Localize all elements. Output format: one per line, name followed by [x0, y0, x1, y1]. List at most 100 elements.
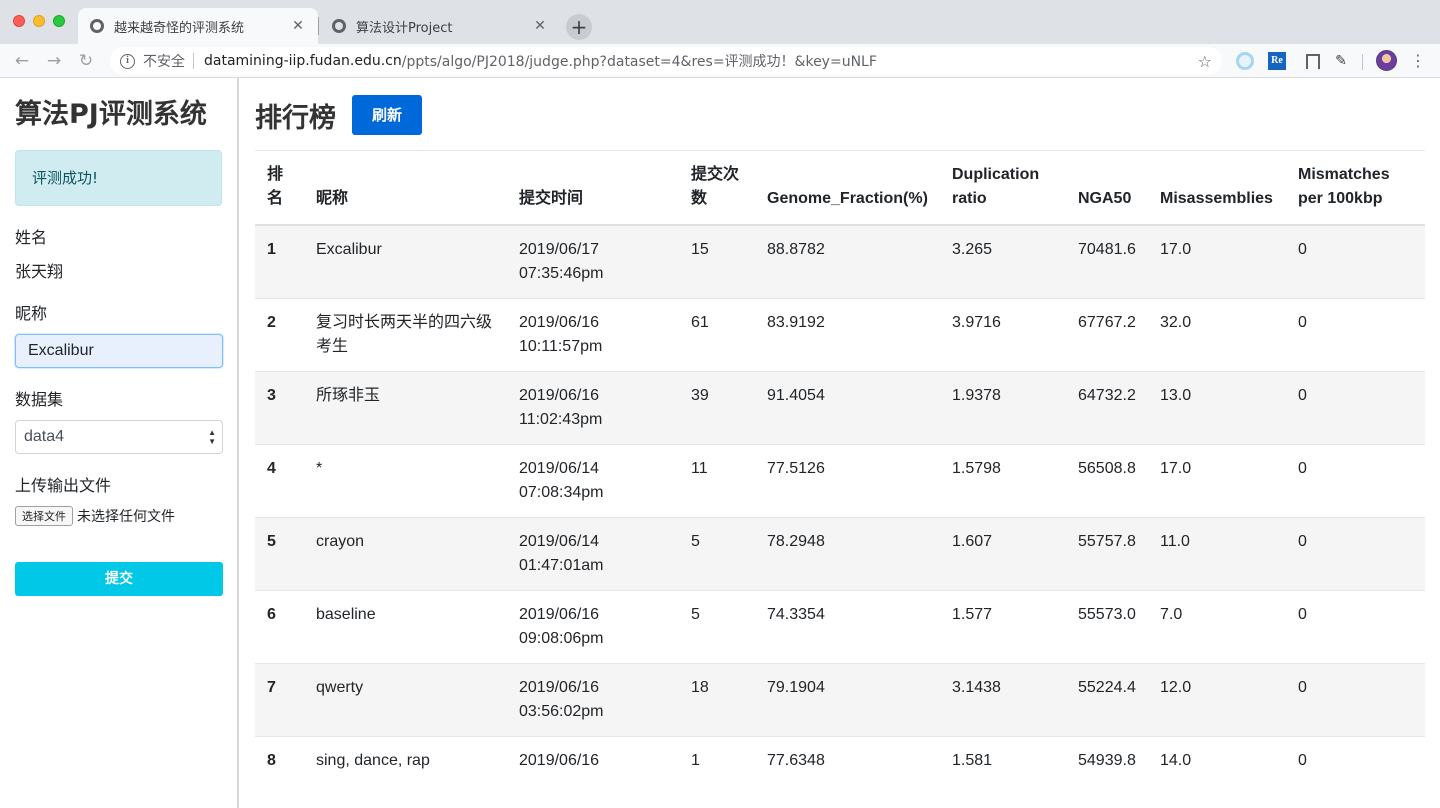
name-label: 姓名	[15, 228, 48, 247]
submit-button[interactable]: 提交	[15, 562, 223, 596]
column-header-genome-fraction: Genome_Fraction(%)	[767, 190, 928, 207]
info-icon[interactable]: i	[120, 53, 135, 69]
column-header-mismatches: Mismatches per 100kbp	[1298, 166, 1390, 207]
extension-circle-icon[interactable]	[1236, 52, 1254, 70]
browser-toolbar: ← → ↻ i 不安全 datamining-iip.fudan.edu.cn /…	[0, 44, 1440, 78]
url-divider	[193, 53, 194, 69]
cell-nga50: 55224.4	[1066, 663, 1148, 737]
cell-submit-time: 2019/06/16 09:08:06pm	[507, 590, 679, 664]
reload-icon[interactable]: ↻	[74, 49, 98, 73]
security-label: 不安全	[143, 54, 185, 70]
kebab-menu-icon[interactable]: ⋮	[1410, 51, 1426, 71]
cell-rank: 4	[255, 444, 304, 518]
table-row: 6 baseline 2019/06/16 09:08:06pm 5 74.3354 1.…	[255, 590, 1425, 664]
cell-nga50: 56508.8	[1066, 444, 1148, 518]
cell-rank: 2	[255, 298, 304, 372]
cell-submit-count: 1	[679, 736, 755, 808]
extension-ink-icon[interactable]: ✎	[1332, 52, 1350, 70]
leaderboard-panel: 排行榜 刷新 排名 昵称 提交时间 提交次数 Genome_Fraction(%…	[255, 78, 1425, 808]
column-header-misassemblies: Misassemblies	[1160, 190, 1273, 207]
cell-submit-count: 5	[679, 590, 755, 664]
app-title: 算法PJ评测系统	[15, 99, 207, 130]
cell-rank: 8	[255, 736, 304, 808]
column-header-nickname: 昵称	[316, 190, 349, 207]
column-header-submit-count: 提交次数	[691, 166, 740, 207]
dataset-select[interactable]: data4 ▲ ▼	[15, 420, 223, 454]
cell-duplication-ratio: 3.1438	[940, 663, 1066, 737]
dataset-label: 数据集	[15, 390, 64, 409]
cell-nickname: crayon	[304, 517, 507, 591]
new-tab-button[interactable]: +	[566, 14, 592, 40]
tab-judge-system[interactable]: 越来越奇怪的评测系统 ✕	[78, 8, 318, 44]
file-picker: 选择文件 未选择任何文件	[15, 506, 222, 526]
cell-rank: 5	[255, 517, 304, 591]
bookmark-star-icon[interactable]: ☆	[1198, 52, 1212, 71]
nickname-input[interactable]	[15, 334, 223, 368]
globe-icon	[332, 19, 346, 33]
column-header-duplication-ratio: Duplication ratio	[952, 166, 1040, 207]
cell-submit-time: 2019/06/16 10:11:57pm	[507, 298, 679, 372]
column-header-nga50: NGA50	[1078, 190, 1132, 207]
refresh-button[interactable]: 刷新	[352, 95, 422, 135]
address-bar[interactable]: i 不安全 datamining-iip.fudan.edu.cn/ppts/a…	[110, 47, 1222, 75]
cell-nickname: Excalibur	[304, 225, 507, 299]
minimize-window-button[interactable]	[33, 15, 45, 27]
cell-mismatches: 0	[1286, 736, 1425, 808]
close-tab-icon[interactable]: ✕	[532, 18, 548, 34]
cell-submit-count: 11	[679, 444, 755, 518]
cell-submit-count: 5	[679, 517, 755, 591]
cell-genome-fraction: 77.5126	[755, 444, 940, 518]
cell-nga50: 54939.8	[1066, 736, 1148, 808]
upload-label: 上传输出文件	[15, 476, 112, 495]
cell-rank: 1	[255, 225, 304, 299]
table-row: 3 所琢非玉 2019/06/16 11:02:43pm 39 91.4054 1.937…	[255, 371, 1425, 445]
forward-arrow-icon[interactable]: →	[42, 49, 66, 73]
tab-title: 算法设计Project	[356, 20, 453, 36]
cell-submit-count: 61	[679, 298, 755, 372]
globe-icon	[90, 19, 104, 33]
tab-algo-project[interactable]: 算法设计Project ✕	[318, 8, 560, 44]
cell-mismatches: 0	[1286, 371, 1425, 445]
cell-genome-fraction: 77.6348	[755, 736, 940, 808]
toolbar-divider	[1362, 54, 1363, 70]
cell-nickname: *	[304, 444, 507, 518]
close-tab-icon[interactable]: ✕	[290, 18, 306, 34]
sidebar: 算法PJ评测系统 评测成功! 姓名 张天翔 昵称 数据集 data4 ▲▼ 上传…	[0, 78, 239, 808]
cell-mismatches: 0	[1286, 590, 1425, 664]
choose-file-button[interactable]: 选择文件	[15, 506, 73, 526]
cell-duplication-ratio: 3.265	[940, 225, 1066, 299]
cell-mismatches: 0	[1286, 444, 1425, 518]
cell-nga50: 55573.0	[1066, 590, 1148, 664]
cell-nickname: baseline	[304, 590, 507, 664]
cell-misassemblies: 17.0	[1148, 444, 1286, 518]
cell-mismatches: 0	[1286, 663, 1425, 737]
cell-submit-count: 39	[679, 371, 755, 445]
cell-nickname: qwerty	[304, 663, 507, 737]
back-arrow-icon[interactable]: ←	[10, 49, 34, 73]
table-header-row: 排名 昵称 提交时间 提交次数 Genome_Fraction(%) Dupli…	[255, 150, 1425, 225]
extension-re-icon[interactable]: Re	[1268, 52, 1286, 70]
cell-misassemblies: 12.0	[1148, 663, 1286, 737]
close-window-button[interactable]	[13, 15, 25, 27]
cell-misassemblies: 11.0	[1148, 517, 1286, 591]
cell-misassemblies: 7.0	[1148, 590, 1286, 664]
profile-avatar[interactable]	[1376, 50, 1397, 71]
maximize-window-button[interactable]	[53, 15, 65, 27]
cell-mismatches: 0	[1286, 298, 1425, 372]
cell-genome-fraction: 74.3354	[755, 590, 940, 664]
cell-duplication-ratio: 1.607	[940, 517, 1066, 591]
cell-nga50: 64732.2	[1066, 371, 1148, 445]
column-header-rank: 排名	[267, 166, 284, 207]
cell-nga50: 70481.6	[1066, 225, 1148, 299]
cell-nickname: 复习时长两天半的四六级考生	[304, 298, 507, 372]
cell-submit-count: 18	[679, 663, 755, 737]
cell-duplication-ratio: 1.9378	[940, 371, 1066, 445]
cell-rank: 7	[255, 663, 304, 737]
cell-submit-time: 2019/06/17 07:35:46pm	[507, 225, 679, 299]
cell-genome-fraction: 91.4054	[755, 371, 940, 445]
success-alert: 评测成功!	[15, 150, 222, 206]
nickname-label: 昵称	[15, 304, 48, 323]
bookmark-icon[interactable]	[1302, 52, 1320, 70]
tab-title: 越来越奇怪的评测系统	[114, 20, 245, 36]
cell-duplication-ratio: 1.5798	[940, 444, 1066, 518]
